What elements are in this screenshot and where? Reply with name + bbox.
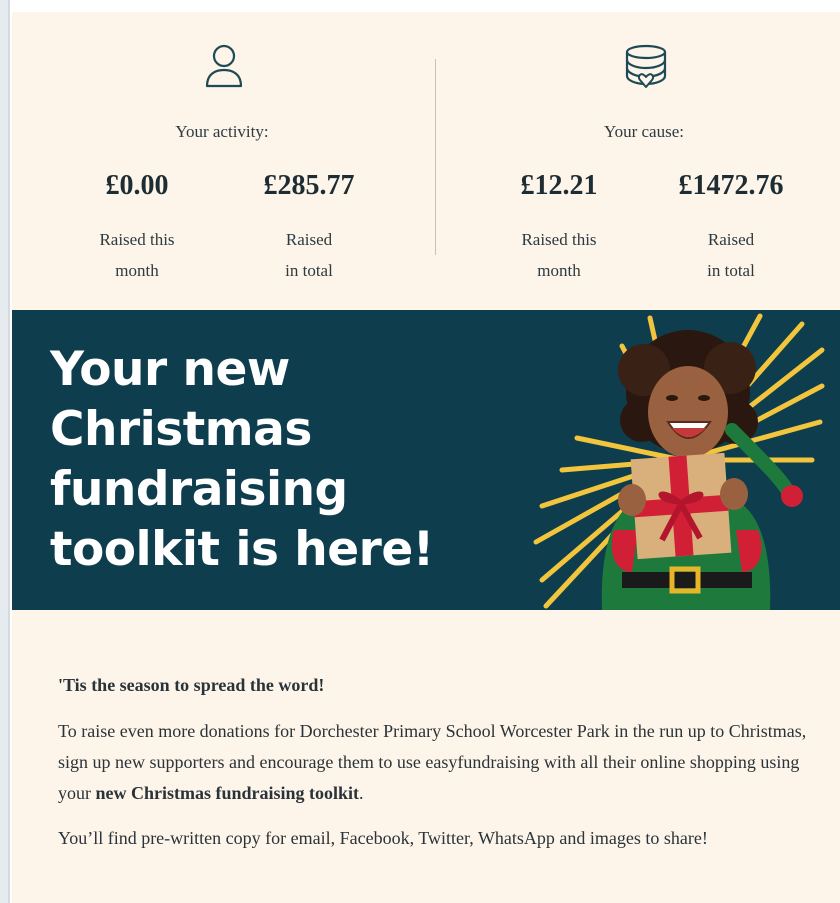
banner-headline: Your new Christmas fundraising toolkit i… xyxy=(50,340,490,580)
cause-total-label-line-2: in total xyxy=(707,261,755,280)
your-cause-stats: Your cause: £12.21 Raised this month £14… xyxy=(474,12,814,310)
activity-total-amount: £285.77 xyxy=(263,170,355,201)
christmas-toolkit-banner[interactable]: Your new Christmas fundraising toolkit i… xyxy=(12,310,840,610)
activity-total-label-line-1: Raised xyxy=(285,230,333,249)
coin-stack-heart-icon xyxy=(625,44,667,88)
cause-total-label-line-1: Raised xyxy=(707,230,755,249)
cause-month-label-line-1: Raised this xyxy=(521,230,597,249)
cause-month-caption: Raised this month xyxy=(474,224,644,286)
banner-headline-line-4: toolkit is here! xyxy=(50,522,434,577)
cause-total-caption: Raised in total xyxy=(646,224,816,286)
activity-month-label-line-1: Raised this xyxy=(99,230,175,249)
activity-heading: Your activity: xyxy=(175,122,269,141)
section-lead-heading: 'Tis the season to spread the word! xyxy=(58,675,325,695)
banner-headline-line-1: Your new xyxy=(50,342,290,397)
activity-month-amount: £0.00 xyxy=(105,170,169,201)
stats-divider xyxy=(435,59,436,255)
activity-month-label-line-2: month xyxy=(115,261,159,280)
toolkit-intro-end: . xyxy=(359,783,364,803)
toolkit-intro-paragraph: To raise even more donations for Dorches… xyxy=(58,716,828,809)
your-activity-stats: Your activity: £0.00 Raised this month £… xyxy=(52,12,392,310)
cause-heading: Your cause: xyxy=(604,122,684,141)
activity-month-caption: Raised this month xyxy=(52,224,222,286)
user-icon xyxy=(205,44,243,88)
toolkit-link-text[interactable]: new Christmas fundraising toolkit xyxy=(96,783,360,803)
email-body-copy: 'Tis the season to spread the word! To r… xyxy=(58,672,828,868)
cause-total-amount: £1472.76 xyxy=(678,170,784,201)
email-viewport: Your activity: £0.00 Raised this month £… xyxy=(0,0,840,903)
child-elf-holding-gift-illustration xyxy=(533,313,825,610)
viewport-left-border xyxy=(0,0,10,903)
activity-total-caption: Raised in total xyxy=(224,224,394,286)
fundraising-stats-panel: Your activity: £0.00 Raised this month £… xyxy=(12,12,840,310)
toolkit-contents-paragraph: You’ll find pre-written copy for email, … xyxy=(58,828,708,848)
banner-headline-line-2: Christmas xyxy=(50,402,312,457)
cause-month-amount: £12.21 xyxy=(520,170,598,201)
activity-total-label-line-2: in total xyxy=(285,261,333,280)
banner-headline-line-3: fundraising xyxy=(50,462,348,517)
cause-month-label-line-2: month xyxy=(537,261,581,280)
email-body: Your activity: £0.00 Raised this month £… xyxy=(12,12,840,903)
